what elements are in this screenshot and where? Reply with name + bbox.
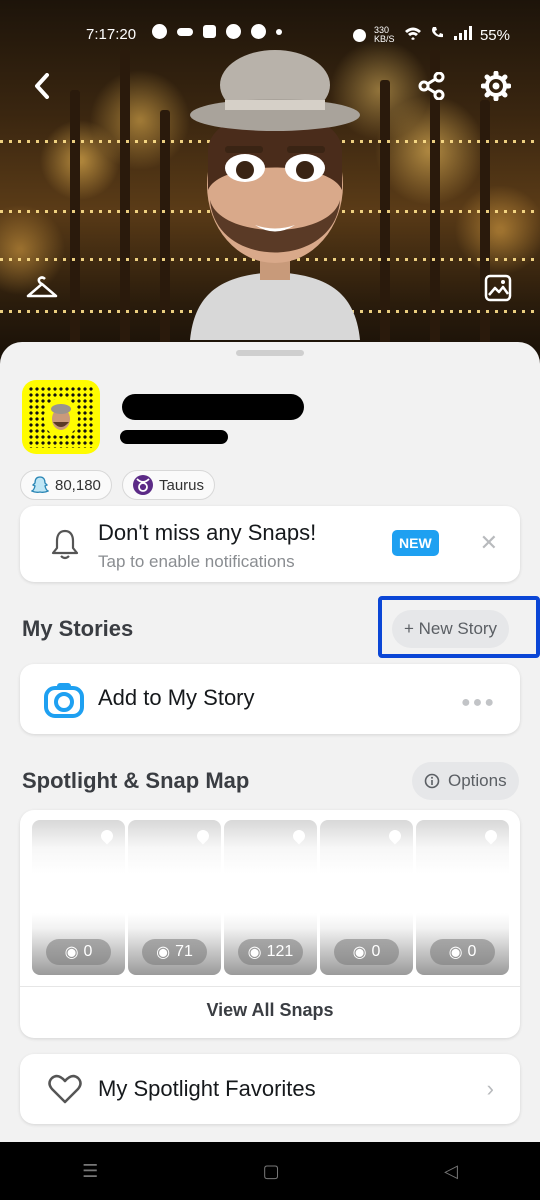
ghost-icon	[31, 476, 49, 493]
chevron-right-icon: ›	[486, 1076, 494, 1101]
notifications-card[interactable]: Don't miss any Snaps! Tap to enable noti…	[20, 506, 520, 582]
home-icon[interactable]: ▢	[263, 1161, 280, 1182]
bitmoji-avatar[interactable]	[180, 40, 370, 340]
map-pin-icon	[386, 827, 404, 845]
snapcode-bitmoji	[44, 398, 78, 436]
spotlight-tile[interactable]: ◉ 71	[128, 820, 221, 975]
add-to-my-story-row[interactable]: Add to My Story ●●●	[20, 664, 520, 734]
divider	[20, 986, 520, 987]
redacted-username	[120, 430, 228, 444]
back-nav-icon[interactable]: ◁	[444, 1161, 458, 1182]
call-icon	[430, 26, 446, 44]
bell-icon	[51, 529, 79, 560]
view-count: 0	[371, 943, 381, 960]
spotlight-card: ◉ 0 ◉ 71 ◉ 121 ◉ 0 ◉ 0 View All Snaps	[20, 810, 520, 1038]
notification-subtitle: Tap to enable notifications	[98, 552, 295, 571]
map-pin-icon	[482, 827, 500, 845]
hanger-icon	[26, 276, 58, 298]
drag-handle[interactable]	[236, 350, 304, 356]
info-icon	[424, 773, 440, 789]
back-button[interactable]	[20, 64, 64, 108]
view-all-snaps-button[interactable]: View All Snaps	[20, 1000, 520, 1021]
gear-icon	[481, 71, 511, 101]
image-icon	[484, 274, 512, 302]
taurus-icon	[133, 475, 153, 495]
annotation-highlight-box	[378, 596, 540, 658]
map-pin-icon	[194, 827, 212, 845]
system-status-icons: 330 KB/S 55%	[352, 25, 510, 44]
eye-icon: ◉	[247, 944, 262, 961]
network-speed: 330 KB/S	[373, 25, 395, 44]
new-badge: NEW	[392, 530, 439, 556]
map-pin-icon	[98, 827, 116, 845]
app-m-icon	[203, 25, 216, 38]
share-button[interactable]	[410, 64, 454, 108]
change-background-button[interactable]	[476, 266, 520, 310]
profile-sheet: 80,180 Taurus Don't miss any Snaps! Tap …	[0, 342, 540, 1142]
spotlight-tile[interactable]: ◉ 0	[416, 820, 509, 975]
options-label: Options	[448, 771, 507, 790]
whatsapp-icon	[226, 24, 241, 39]
outfit-button[interactable]	[20, 266, 64, 310]
close-icon[interactable]: ✕	[480, 530, 498, 556]
circle-app-icon	[251, 24, 266, 39]
chevron-left-icon	[35, 73, 49, 99]
spotlight-title: Spotlight & Snap Map	[22, 768, 250, 793]
spotlight-tiles: ◉ 0 ◉ 71 ◉ 121 ◉ 0 ◉ 0	[32, 820, 509, 975]
snapcode[interactable]	[22, 380, 100, 454]
dot-icon	[276, 28, 282, 35]
view-count: 0	[83, 943, 93, 960]
spotlight-tile[interactable]: ◉ 0	[32, 820, 125, 975]
eye-icon: ◉	[156, 944, 171, 961]
app-notification-icon	[152, 24, 167, 39]
share-icon	[418, 72, 445, 100]
alarm-icon	[352, 28, 366, 42]
map-pin-icon	[290, 827, 308, 845]
snap-score: 80,180	[55, 476, 101, 494]
battery-level: 55%	[479, 26, 510, 44]
zodiac-label: Taurus	[159, 476, 205, 494]
redacted-display-name	[122, 394, 304, 420]
infinity-icon	[177, 27, 193, 36]
more-options-icon[interactable]: ●●●	[461, 694, 496, 712]
eye-icon: ◉	[64, 944, 79, 961]
system-navigation-bar: ☰ ▢ ◁	[0, 1142, 540, 1200]
my-stories-title: My Stories	[22, 616, 134, 641]
favorites-label: My Spotlight Favorites	[98, 1076, 316, 1101]
zodiac-chip[interactable]: Taurus	[122, 470, 216, 500]
spotlight-tile[interactable]: ◉ 0	[320, 820, 413, 975]
eye-icon: ◉	[352, 944, 367, 961]
add-to-story-label: Add to My Story	[98, 685, 255, 710]
view-count: 121	[266, 943, 294, 960]
options-button[interactable]: Options	[412, 762, 519, 800]
view-count: 71	[175, 943, 193, 960]
camera-icon	[44, 683, 84, 718]
spotlight-favorites-row[interactable]: My Spotlight Favorites ›	[20, 1054, 520, 1124]
recents-icon[interactable]: ☰	[82, 1161, 98, 1182]
status-time: 7:17:20	[86, 26, 137, 43]
settings-button[interactable]	[474, 64, 518, 108]
eye-icon: ◉	[448, 944, 463, 961]
heart-icon	[48, 1074, 82, 1104]
view-count: 0	[467, 943, 477, 960]
notification-title: Don't miss any Snaps!	[98, 520, 317, 545]
spotlight-tile[interactable]: ◉ 121	[224, 820, 317, 975]
notification-icons	[152, 24, 282, 39]
profile-header-background: 7:17:20 330 KB/S 55%	[0, 0, 540, 380]
snap-score-chip[interactable]: 80,180	[20, 470, 112, 500]
wifi-icon	[404, 26, 422, 44]
status-bar: 7:17:20 330 KB/S 55%	[0, 0, 540, 70]
signal-icon	[453, 26, 472, 44]
